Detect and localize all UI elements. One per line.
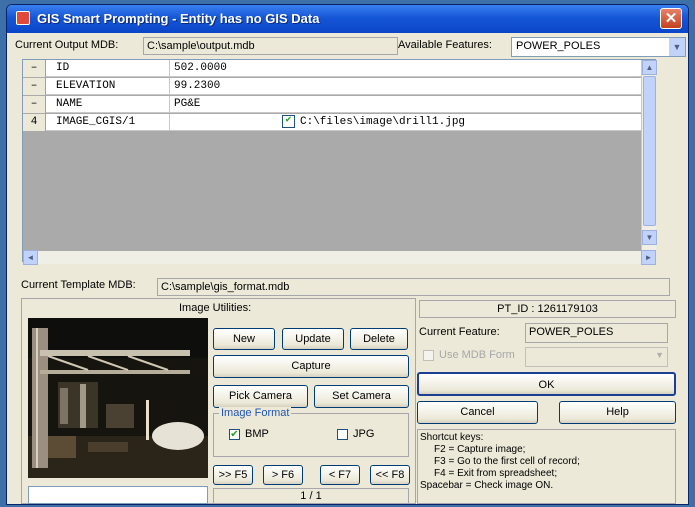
attribute-grid: – ID 502.0000 – ELEVATION 99.2300 – NAME… xyxy=(22,59,657,262)
close-icon[interactable]: ✕ xyxy=(660,8,682,29)
table-row[interactable]: – ELEVATION 99.2300 xyxy=(23,78,641,95)
image-format-title: Image Format xyxy=(219,407,292,419)
status-text-field[interactable] xyxy=(28,486,208,504)
field-value-cell[interactable]: 99.2300 xyxy=(170,78,641,95)
bmp-label: BMP xyxy=(245,428,269,440)
capture-button[interactable]: Capture xyxy=(213,355,409,378)
template-mdb-label: Current Template MDB: xyxy=(21,279,136,291)
jpg-checkbox[interactable] xyxy=(337,429,348,440)
row-selector[interactable]: – xyxy=(23,96,46,113)
captured-image-preview xyxy=(28,318,208,478)
field-name-cell: ELEVATION xyxy=(46,78,170,95)
pt-id-display: PT_ID : 1261179103 xyxy=(419,300,676,318)
scroll-down-icon[interactable]: ▼ xyxy=(642,230,657,245)
shortcut-line: F3 = Go to the first cell of record; xyxy=(434,456,580,467)
set-camera-button[interactable]: Set Camera xyxy=(314,385,409,408)
gis-prompting-window: GIS Smart Prompting - Entity has no GIS … xyxy=(6,4,689,505)
cancel-button[interactable]: Cancel xyxy=(417,401,538,424)
title-bar[interactable]: GIS Smart Prompting - Entity has no GIS … xyxy=(7,5,688,33)
shortcut-line: Spacebar = Check image ON. xyxy=(420,480,554,491)
row-selector[interactable]: – xyxy=(23,78,46,95)
page-indicator: 1 / 1 xyxy=(213,488,409,504)
scrollbar-thumb[interactable] xyxy=(643,76,656,226)
field-value-cell[interactable]: ✔ C:\files\image\drill1.jpg xyxy=(170,114,641,131)
chevron-down-icon[interactable]: ▼ xyxy=(669,38,685,56)
use-mdb-form-label: Use MDB Form xyxy=(439,349,515,361)
table-row[interactable]: – ID 502.0000 xyxy=(23,60,641,77)
help-button[interactable]: Help xyxy=(559,401,676,424)
jpg-label: JPG xyxy=(353,428,375,440)
prev-image-button[interactable]: < F7 xyxy=(320,465,360,485)
current-feature-field: POWER_POLES xyxy=(525,323,668,343)
scroll-up-icon[interactable]: ▲ xyxy=(642,60,657,75)
table-row[interactable]: – NAME PG&E xyxy=(23,96,641,113)
shortcut-keys-panel: Shortcut keys: F2 = Capture image; F3 = … xyxy=(417,429,676,504)
available-features-select[interactable]: POWER_POLES ▼ xyxy=(511,37,686,57)
grid-horizontal-scrollbar[interactable]: ◄ ► xyxy=(23,250,656,265)
chevron-down-icon: ▼ xyxy=(655,350,664,360)
field-name-cell: IMAGE_CGIS/1 xyxy=(46,114,170,131)
window-title: GIS Smart Prompting - Entity has no GIS … xyxy=(37,11,320,26)
shortcut-title: Shortcut keys: xyxy=(420,432,484,443)
new-image-button[interactable]: New xyxy=(213,328,275,350)
output-mdb-label: Current Output MDB: xyxy=(15,39,119,51)
available-features-label: Available Features: xyxy=(398,39,492,51)
image-utilities-title: Image Utilities: xyxy=(179,302,252,314)
output-mdb-field: C:\sample\output.mdb xyxy=(143,37,398,55)
row-selector[interactable]: – xyxy=(23,60,46,77)
field-name-cell: NAME xyxy=(46,96,170,113)
table-row[interactable]: 4 IMAGE_CGIS/1 ✔ C:\files\image\drill1.jp… xyxy=(23,114,641,131)
row-selector[interactable]: 4 xyxy=(23,114,46,131)
current-feature-label: Current Feature: xyxy=(419,326,500,338)
pick-camera-button[interactable]: Pick Camera xyxy=(213,385,308,408)
image-on-checkbox[interactable]: ✔ xyxy=(282,114,295,128)
field-value-cell[interactable]: PG&E xyxy=(170,96,641,113)
update-image-button[interactable]: Update xyxy=(282,328,344,350)
scroll-right-icon[interactable]: ► xyxy=(641,250,656,265)
delete-image-button[interactable]: Delete xyxy=(350,328,408,350)
scroll-left-icon[interactable]: ◄ xyxy=(23,250,38,265)
grid-vertical-scrollbar[interactable]: ▲ ▼ xyxy=(641,60,657,261)
bmp-checkbox[interactable]: ✔ xyxy=(229,429,240,440)
available-features-value: POWER_POLES xyxy=(516,40,601,52)
app-icon xyxy=(16,11,30,25)
field-value-cell[interactable]: 502.0000 xyxy=(170,60,641,77)
mdb-form-select[interactable]: ▼ xyxy=(525,347,668,367)
field-name-cell: ID xyxy=(46,60,170,77)
ok-button[interactable]: OK xyxy=(417,372,676,396)
use-mdb-form-checkbox[interactable] xyxy=(423,350,434,361)
last-image-button[interactable]: << F8 xyxy=(370,465,410,485)
template-mdb-field: C:\sample\gis_format.mdb xyxy=(157,278,670,296)
image-format-group xyxy=(213,413,409,457)
first-image-button[interactable]: >> F5 xyxy=(213,465,253,485)
shortcut-line: F4 = Exit from spreadsheet; xyxy=(434,468,558,479)
shortcut-line: F2 = Capture image; xyxy=(434,444,526,455)
next-image-button[interactable]: > F6 xyxy=(263,465,303,485)
image-path-value: C:\files\image\drill1.jpg xyxy=(300,116,466,128)
